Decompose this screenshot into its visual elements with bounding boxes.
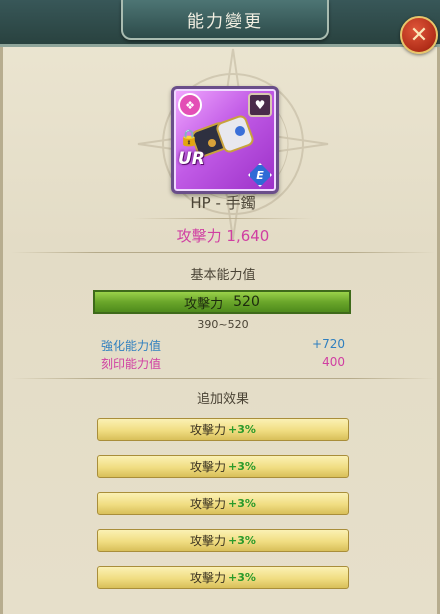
section-divider (11, 378, 435, 379)
enhance-stat-row: 強化能力值 +720 (101, 337, 345, 353)
effect-label: 攻擊力 (190, 571, 227, 585)
enhance-stat-value: +720 (312, 337, 345, 351)
effect-bonus: +3% (228, 423, 256, 436)
extra-effect-item: 攻擊力 +3% (97, 455, 349, 478)
item-name: HP - 手鐲 (190, 194, 256, 212)
page-title: 能力變更 (121, 0, 329, 40)
engrave-stat-label: 刻印能力值 (101, 357, 162, 371)
base-stat-value: 520 (233, 294, 260, 310)
effect-label: 攻擊力 (190, 534, 227, 548)
effect-bonus: +3% (228, 571, 256, 584)
base-stats-title: 基本能力值 (190, 268, 256, 283)
engrave-stat-value: 400 (322, 355, 345, 369)
effect-bonus: +3% (228, 497, 256, 510)
engrave-stat-row: 刻印能力值 400 (101, 355, 345, 371)
close-button[interactable]: ✕ (400, 16, 438, 54)
enhance-stat-label: 強化能力值 (101, 339, 162, 353)
effect-label: 攻擊力 (190, 497, 227, 511)
effect-label: 攻擊力 (190, 460, 227, 474)
heart-icon: ♥ (248, 93, 272, 117)
extra-effect-item: 攻擊力 +3% (97, 418, 349, 441)
gem-badge-icon: ❖ (178, 93, 202, 117)
effect-label: 攻擊力 (190, 423, 227, 437)
base-stat-bar: 攻擊力 520 (93, 290, 351, 314)
rarity-label: UR (178, 149, 205, 169)
stat-range: 390~520 (197, 318, 249, 331)
extra-effects-title: 追加效果 (196, 392, 249, 407)
extra-effect-item: 攻擊力 +3% (97, 492, 349, 515)
extra-effect-item: 攻擊力 +3% (97, 566, 349, 589)
lock-icon: 🔒 (179, 127, 199, 147)
item-icon[interactable]: ❖ ♥ 🔒 UR E (171, 86, 279, 194)
name-divider (133, 218, 313, 219)
close-icon: ✕ (409, 22, 429, 48)
attack-summary: 攻擊力 1,640 (176, 227, 270, 245)
extra-effect-item: 攻擊力 +3% (97, 529, 349, 552)
effect-bonus: +3% (228, 460, 256, 473)
dialog-panel: 能力變更 ✕ ❖ ♥ 🔒 UR E HP - 手鐲 攻擊力 1,640 基本能力… (0, 0, 440, 614)
section-divider (11, 252, 435, 253)
effect-bonus: +3% (228, 534, 256, 547)
base-stat-label: 攻擊力 (184, 296, 224, 312)
